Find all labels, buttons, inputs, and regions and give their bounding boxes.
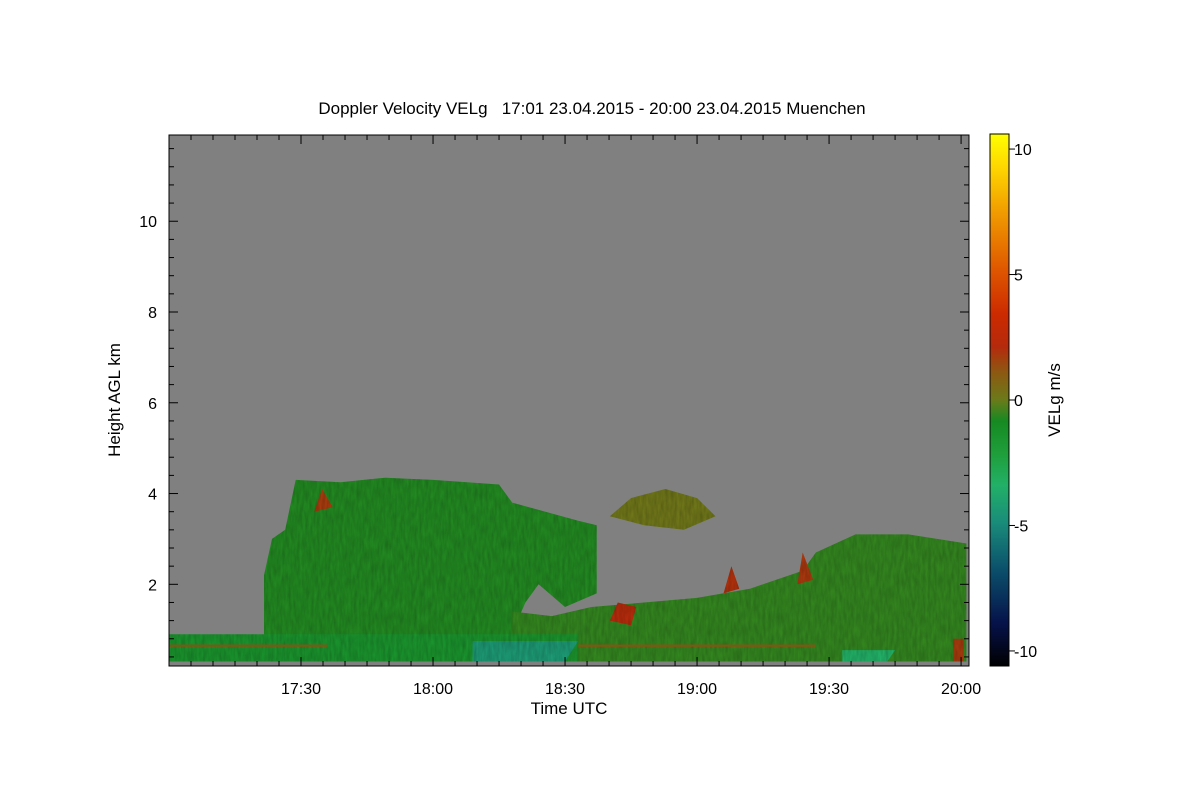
y-tick-label: 4: [148, 487, 157, 504]
y-tick-label: 8: [148, 305, 157, 322]
colorbar-label: VELg m/s: [1045, 363, 1064, 437]
colorbar-tick-label: 10: [1014, 142, 1032, 159]
x-tick-label: 19:30: [809, 681, 849, 698]
region-texture-evening-downdraft: [842, 650, 896, 662]
colorbar-tick-label: 5: [1014, 268, 1023, 285]
y-tick-label: 2: [148, 577, 157, 594]
x-tick-label: 19:00: [677, 681, 717, 698]
x-tick-label: 18:30: [545, 681, 585, 698]
colorbar-ticks: 10 5 0 -5 -10: [1009, 142, 1037, 661]
colorbar-tick-label: -10: [1014, 644, 1037, 661]
y-tick-label: 10: [139, 214, 157, 231]
chart-title: Doppler Velocity VELg 17:01 23.04.2015 -…: [318, 99, 865, 118]
x-tick-label: 20:00: [941, 681, 981, 698]
y-axis-label: Height AGL km: [105, 343, 124, 457]
y-tick-label: 6: [148, 396, 157, 413]
region-texture-downdraft-core: [472, 641, 579, 662]
x-axis-label: Time UTC: [531, 699, 608, 718]
x-tick-label: 17:30: [281, 681, 321, 698]
x-tick-label: 18:00: [413, 681, 453, 698]
chart-svg: Doppler Velocity VELg 17:01 23.04.2015 -…: [105, 99, 1064, 718]
colorbar: [989, 133, 1010, 667]
colorbar-tick-label: 0: [1014, 393, 1023, 410]
region-texture-updraft-5: [953, 638, 964, 662]
colorbar-tick-label: -5: [1014, 518, 1028, 535]
